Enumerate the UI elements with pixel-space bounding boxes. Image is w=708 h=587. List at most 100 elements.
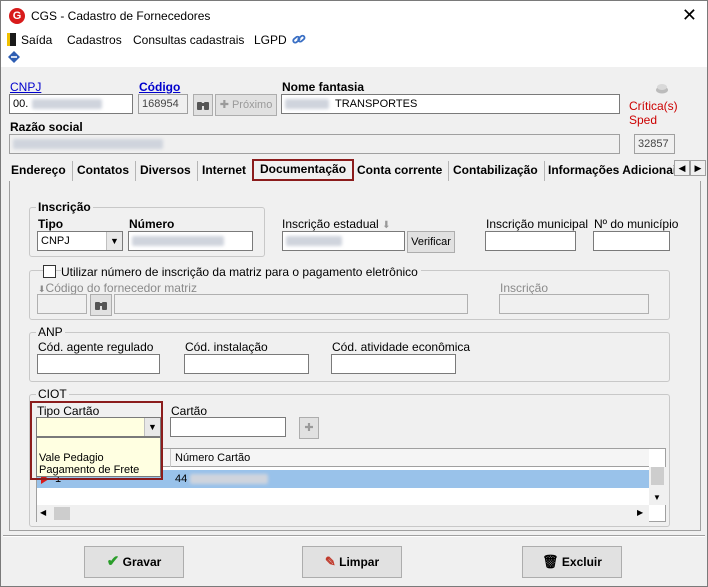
codigo-label[interactable]: Código [139,80,180,94]
matriz-search-button[interactable] [90,294,112,316]
gravar-label: Gravar [122,555,162,569]
download-arrow-icon: ⬇ [382,220,391,231]
razao-social-field[interactable] [9,134,620,154]
nome-fantasia-value: TRANSPORTES [335,98,418,110]
cnpj-value: 00. [13,98,29,110]
inscricao-estadual-text: Inscrição estadual [282,217,379,231]
gravar-button[interactable]: ✔ Gravar [84,546,184,578]
add-cartao-button[interactable]: ✚ [299,417,319,439]
tab-endereco[interactable]: Endereço [5,161,73,181]
menu-saida[interactable]: Saída [21,33,52,47]
menu-consultas[interactable]: Consultas cadastrais [133,33,244,47]
tab-scroll-right-icon[interactable]: ▶ [690,160,706,176]
limpar-label: Limpar [339,555,380,569]
toolbar-secondary [1,49,707,67]
tab-conta-corrente[interactable]: Conta corrente [351,161,450,181]
matriz-inscricao-label: Inscrição [500,281,549,295]
numero-municipio-field[interactable] [593,231,670,251]
menu-bar: Saída Cadastros Consultas cadastrais LGP… [1,31,707,49]
plus-icon: ✚ [219,99,229,111]
option-vale-pedagio[interactable]: Vale Pedagio [37,452,160,464]
codigo-matriz-field[interactable] [37,294,87,314]
cartao-label: Cartão [171,404,208,418]
option-pagamento-frete[interactable]: Pagamento de Frete [37,464,160,476]
excluir-button[interactable]: 🗑 Excluir [522,546,622,578]
anp-group-title: ANP [36,325,65,339]
cartao-field[interactable] [170,417,286,437]
scroll-down-icon[interactable]: ▼ [653,493,661,502]
agente-regulado-field[interactable] [37,354,160,374]
excluir-label: Excluir [561,555,602,569]
menu-lgpd[interactable]: LGPD [254,33,287,47]
verificar-button[interactable]: Verificar [407,231,455,253]
matriz-checkbox-label[interactable]: Utilizar número de inscrição da matriz p… [61,265,421,279]
sped-icon[interactable] [654,81,670,95]
menu-cadastros[interactable]: Cadastros [67,33,122,47]
nome-fantasia-masked [285,99,329,110]
critica-sped-label[interactable]: Crítica(s) Sped [629,99,707,127]
chevron-down-icon: ▼ [106,232,122,250]
tab-strip: Endereço Contatos Diversos Internet Docu… [1,159,707,181]
atividade-economica-label: Cód. atividade econômica [332,340,471,354]
inscricao-estadual-masked [286,236,342,247]
numero-label: Número [129,217,175,231]
scroll-h-thumb[interactable] [54,507,70,520]
search-button[interactable] [193,94,213,116]
inscricao-municipal-field[interactable] [485,231,576,251]
numero-field[interactable] [128,231,253,251]
nome-fantasia-field[interactable]: TRANSPORTES [281,94,620,114]
codigo-matriz-text: Código do fornecedor matriz [45,281,197,295]
cnpj-label[interactable]: CNPJ [10,80,41,94]
scroll-thumb[interactable] [651,467,664,485]
grid-col-numero-cartao[interactable]: Número Cartão [175,452,250,464]
inscricao-estadual-label: Inscrição estadual ⬇ [282,217,390,231]
tab-contatos[interactable]: Contatos [71,161,136,181]
nome-matriz-field[interactable] [114,294,468,314]
grid-horizontal-scrollbar[interactable]: ◀ ▶ [37,505,649,522]
instalacao-field[interactable] [184,354,309,374]
grid-vertical-scrollbar[interactable]: ▼ [649,467,666,505]
row-numero-masked [190,474,269,485]
download-arrow-icon-2: ⬇ [38,284,46,294]
tab-informacoes-adicionais[interactable]: Informações Adicionai [542,161,674,181]
chevron-down-icon-2[interactable]: ▼ [144,418,160,436]
cnpj-field[interactable]: 00. [9,94,133,114]
atividade-economica-field[interactable] [331,354,456,374]
codigo-field[interactable]: 168954 [138,94,188,114]
limpar-button[interactable]: ✎ Limpar [302,546,402,578]
navigation-icon[interactable] [6,50,22,64]
row-numero-value: 44 [175,473,188,485]
ciot-group-title: CIOT [36,387,69,401]
tab-contabilizacao[interactable]: Contabilização [447,161,545,181]
codigo-matriz-label: ⬇Código do fornecedor matriz [38,281,197,295]
nome-fantasia-label: Nome fantasia [282,80,365,94]
instalacao-label: Cód. instalação [185,340,268,354]
inscricao-municipal-label: Inscrição municipal [486,217,589,231]
razao-social-label: Razão social [10,120,83,134]
tipo-value: CNPJ [41,235,70,247]
razao-social-code-field[interactable]: 32857 [634,134,675,154]
inscricao-group-title: Inscrição [36,200,93,214]
inscricao-estadual-field[interactable] [282,231,405,251]
tab-scroll-left-icon[interactable]: ◀ [674,160,690,176]
tipo-select[interactable]: CNPJ ▼ [37,231,123,251]
tipo-cartao-select[interactable]: ▼ [36,417,161,437]
razao-social-masked [13,139,163,150]
trash-icon: 🗑 [542,554,559,569]
tipo-label: Tipo [38,217,64,231]
exit-door-icon [7,33,16,46]
tab-documentacao[interactable]: Documentação [252,159,355,181]
row-numero-cartao: 44 [175,473,269,485]
scroll-right-icon[interactable]: ▶ [637,508,643,517]
tab-diversos[interactable]: Diversos [134,161,198,181]
link-chain-icon[interactable] [291,32,307,48]
close-icon[interactable]: ✕ [682,5,697,25]
matriz-inscricao-field[interactable] [499,294,649,314]
binoculars-icon-2 [95,302,107,310]
tab-internet[interactable]: Internet [196,161,254,181]
tipo-cartao-dropdown-list: Vale Pedagio Pagamento de Frete [36,437,161,477]
matriz-checkbox[interactable] [43,265,56,278]
bottom-separator [3,535,705,537]
scroll-left-icon[interactable]: ◀ [40,508,46,517]
proximo-button[interactable]: ✚ Próximo [215,94,277,116]
